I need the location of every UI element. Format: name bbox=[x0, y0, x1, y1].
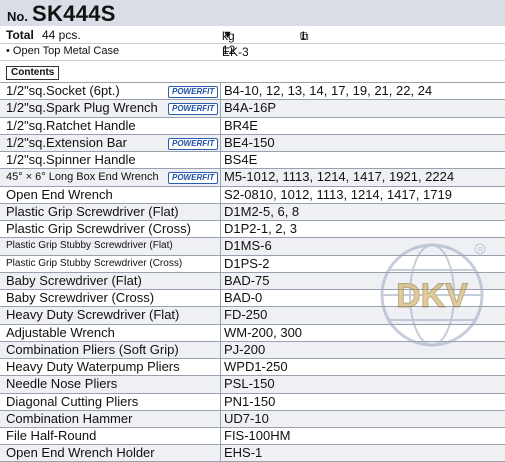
item-code: EHS-1 bbox=[224, 445, 263, 461]
summary-section: Total 44 pcs. ▼ kg 12 ⧉ 1 • Open Top Meta… bbox=[0, 27, 505, 61]
column-divider bbox=[220, 272, 221, 289]
table-row: Needle Nose Pliers PSL-150 bbox=[0, 375, 505, 393]
item-code: PJ-200 bbox=[224, 341, 266, 357]
powerfit-badge: POWERFIT bbox=[168, 86, 219, 98]
table-row: Diagonal Cutting Pliers PN1-150 bbox=[0, 392, 505, 410]
column-divider bbox=[220, 152, 221, 169]
item-code: BAD-0 bbox=[224, 290, 263, 305]
item-name: Open End Wrench bbox=[6, 186, 113, 202]
contents-tag: Contents bbox=[6, 66, 60, 80]
column-divider bbox=[220, 341, 221, 358]
table-row: 1/2"sq.Spark Plug Wrench POWERFIT B4A-16P bbox=[0, 99, 505, 117]
item-code: PSL-150 bbox=[224, 376, 275, 392]
item-name: Heavy Duty Screwdriver (Flat) bbox=[6, 307, 180, 323]
total-row: Total 44 pcs. ▼ kg 12 ⧉ 1 bbox=[0, 27, 505, 57]
item-code: FIS-100HM bbox=[224, 428, 291, 443]
column-divider bbox=[220, 203, 221, 220]
item-name: Combination Pliers (Soft Grip) bbox=[6, 341, 179, 357]
table-row: Combination Hammer UD7-10 bbox=[0, 409, 505, 427]
column-divider bbox=[220, 445, 221, 461]
table-row: Plastic Grip Screwdriver (Flat) D1M2-5, 6… bbox=[0, 202, 505, 220]
svg-text:R: R bbox=[478, 247, 483, 254]
column-divider bbox=[220, 255, 221, 272]
column-divider bbox=[220, 410, 221, 427]
item-name: 1/2"sq.Ratchet Handle bbox=[6, 117, 136, 133]
dkv-globe-logo: R DKV bbox=[380, 243, 486, 347]
item-name: Adjustable Wrench bbox=[6, 324, 115, 340]
powerfit-badge: POWERFIT bbox=[168, 137, 219, 150]
item-code: PN1-150 bbox=[224, 393, 276, 409]
total-value: 44 pcs. bbox=[42, 28, 81, 42]
item-code: B4-10, 12, 13, 14, 17, 19, 21, 22, 24 bbox=[224, 83, 433, 98]
item-name: File Half-Round bbox=[6, 428, 97, 443]
column-divider bbox=[220, 359, 221, 376]
powerfit-badge: POWERFIT bbox=[168, 172, 219, 185]
item-name: Baby Screwdriver (Cross) bbox=[6, 290, 155, 305]
column-divider bbox=[220, 393, 221, 410]
item-name: Diagonal Cutting Pliers bbox=[6, 393, 139, 409]
column-divider bbox=[220, 221, 221, 238]
column-divider bbox=[220, 376, 221, 393]
item-code: BR4E bbox=[224, 117, 258, 133]
item-code: WPD1-250 bbox=[224, 359, 288, 374]
item-name: Needle Nose Pliers bbox=[6, 376, 118, 392]
column-divider bbox=[220, 428, 221, 445]
column-divider bbox=[220, 100, 221, 117]
column-divider bbox=[220, 169, 221, 186]
total-label: Total bbox=[6, 28, 34, 42]
item-name: 1/2"sq.Spinner Handle bbox=[6, 152, 136, 167]
item-name: Combination Hammer bbox=[6, 410, 133, 426]
item-code: D1PS-2 bbox=[224, 255, 270, 271]
item-code: WM-200, 300 bbox=[224, 324, 303, 340]
item-name: Plastic Grip Stubby Screwdriver (Flat) bbox=[6, 240, 173, 252]
column-divider bbox=[220, 83, 221, 100]
item-code: M5-1012, 1113, 1214, 1417, 1921, 2224 bbox=[224, 169, 455, 185]
table-row: Open End Wrench S2-0810, 1012, 1113, 1214… bbox=[0, 185, 505, 203]
item-name: Heavy Duty Waterpump Pliers bbox=[6, 359, 180, 374]
item-code: UD7-10 bbox=[224, 410, 269, 426]
item-name: Open End Wrench Holder bbox=[6, 445, 155, 461]
number-label: No. bbox=[7, 9, 28, 24]
case-label: • Open Top Metal Case bbox=[6, 45, 120, 57]
case-row: • Open Top Metal Case EK-3 bbox=[0, 44, 505, 61]
item-code: BAD-75 bbox=[224, 272, 270, 288]
item-code: BS4E bbox=[224, 152, 258, 167]
column-divider bbox=[220, 324, 221, 341]
column-divider bbox=[220, 307, 221, 324]
table-row: 1/2"sq.Spinner Handle BS4E bbox=[0, 151, 505, 169]
item-code: D1M2-5, 6, 8 bbox=[224, 203, 300, 219]
column-divider bbox=[220, 290, 221, 307]
item-name: Plastic Grip Stubby Screwdriver (Cross) bbox=[6, 257, 183, 269]
table-row: 1/2"sq.Socket (6pt.) POWERFIT B4-10, 12, 1… bbox=[0, 82, 505, 100]
item-code: BE4-150 bbox=[224, 134, 275, 150]
column-divider bbox=[220, 186, 221, 203]
item-name: Baby Screwdriver (Flat) bbox=[6, 272, 142, 288]
item-name: Plastic Grip Screwdriver (Cross) bbox=[6, 221, 191, 236]
item-code: B4A-16P bbox=[224, 100, 277, 116]
powerfit-badge: POWERFIT bbox=[168, 103, 219, 116]
box-value: 1 bbox=[300, 29, 307, 43]
model-number: SK444S bbox=[32, 1, 116, 26]
column-divider bbox=[220, 117, 221, 134]
item-code: D1MS-6 bbox=[224, 238, 272, 254]
table-row: File Half-Round FIS-100HM bbox=[0, 427, 505, 445]
item-code: FD-250 bbox=[224, 307, 268, 323]
item-code: S2-0810, 1012, 1113, 1214, 1417, 1719 bbox=[224, 186, 452, 202]
watermark-text: DKV bbox=[396, 277, 468, 315]
item-name: Plastic Grip Screwdriver (Flat) bbox=[6, 203, 179, 219]
item-code: D1P2-1, 2, 3 bbox=[224, 221, 297, 236]
table-row: 45° × 6° Long Box End Wrench POWERFIT M5-1… bbox=[0, 168, 505, 186]
column-divider bbox=[220, 238, 221, 255]
table-row: Open End Wrench Holder EHS-1 bbox=[0, 444, 505, 462]
table-row: Heavy Duty Waterpump Pliers WPD1-250 bbox=[0, 358, 505, 376]
table-row: 1/2"sq.Ratchet Handle BR4E bbox=[0, 116, 505, 134]
case-code: EK-3 bbox=[222, 45, 249, 59]
table-row: 1/2"sq.Extension Bar POWERFIT BE4-150 bbox=[0, 133, 505, 151]
title-bar: No. SK444S bbox=[0, 0, 505, 26]
column-divider bbox=[220, 134, 221, 151]
